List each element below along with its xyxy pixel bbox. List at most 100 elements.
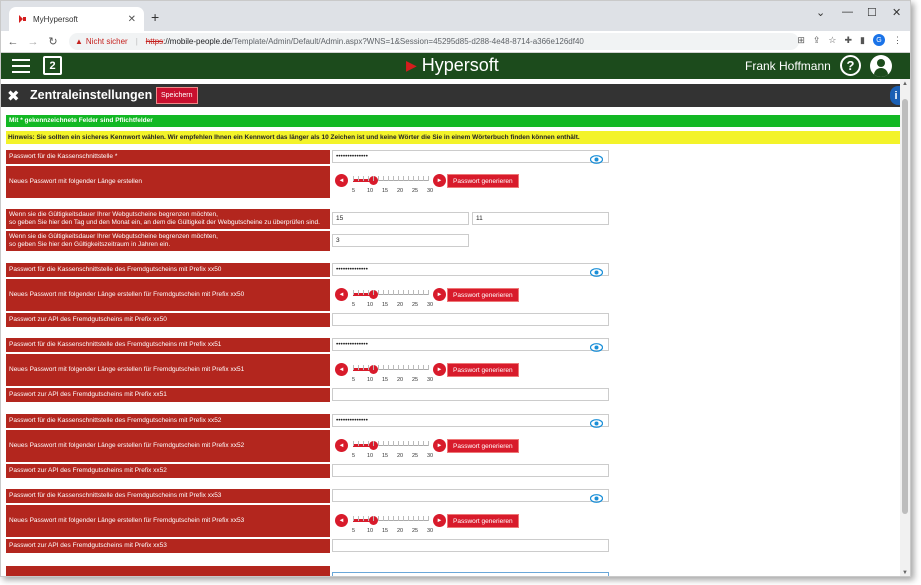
prefix-password-label: Passwort für die Kassenschnittstelle des… [6, 489, 330, 503]
prefix-generate-row: Neues Passwort mit folgender Länge erste… [6, 505, 900, 537]
validity-row: Wenn sie die Gültigkeitsdauer Ihrer Webg… [6, 209, 900, 229]
prefix-password-input[interactable]: •••••••••••••• [332, 338, 609, 351]
maximize-button[interactable]: ☐ [867, 6, 877, 19]
generate-password-button[interactable]: Passwort generieren [447, 514, 519, 528]
address-bar: ← → ↻ ▲ Nicht sicher | https ://mobile-p… [1, 31, 910, 53]
slider-tick-label: 20 [397, 302, 404, 308]
validity-years-input[interactable]: 3 [332, 234, 469, 247]
prefix-api-label: Passwort zur API des Fremdgutscheins mit… [6, 464, 330, 478]
new-tab-button[interactable]: + [151, 9, 159, 25]
decrease-length-button[interactable]: ◄ [335, 363, 348, 376]
slider-tick-label: 25 [412, 188, 419, 194]
validity-day-input[interactable]: 15 [332, 212, 469, 225]
slider-tick-label: 25 [412, 453, 419, 459]
generate-password-button[interactable]: Passwort generieren [447, 174, 519, 188]
show-password-eye-icon[interactable] [589, 339, 604, 352]
translate-icon[interactable]: ⊞ [797, 35, 805, 46]
window-close-button[interactable]: ✕ [892, 6, 901, 19]
document-icon[interactable]: 2 [43, 56, 62, 75]
save-button[interactable]: Speichern [156, 87, 198, 104]
partial-row-label [6, 566, 330, 576]
back-button[interactable]: ← [5, 36, 21, 48]
extensions-icon[interactable]: ✚ [845, 35, 853, 46]
prefix-password-row: Passwort für die Kassenschnittstelle des… [6, 263, 900, 277]
browser-tab[interactable]: MyHypersoft ✕ [9, 7, 144, 31]
increase-length-button[interactable]: ► [433, 363, 446, 376]
decrease-length-button[interactable]: ◄ [335, 514, 348, 527]
prefix-generate-row: Neues Passwort mit folgender Länge erste… [6, 279, 900, 311]
reload-button[interactable]: ↻ [45, 35, 61, 48]
partial-row [6, 566, 900, 576]
show-password-eye-icon[interactable] [589, 151, 604, 164]
show-password-eye-icon[interactable] [589, 264, 604, 277]
browser-menu-icon[interactable]: ⋮ [893, 35, 902, 46]
hamburger-menu-icon[interactable] [12, 59, 30, 73]
decrease-length-button[interactable]: ◄ [335, 439, 348, 452]
tools-icon: ✖ [7, 88, 20, 105]
increase-length-button[interactable]: ► [433, 174, 446, 187]
slider-tick-label: 10 [367, 302, 374, 308]
url-field[interactable]: ▲ Nicht sicher | https ://mobile-people.… [69, 33, 799, 50]
prefix-api-input[interactable] [332, 313, 609, 326]
help-icon[interactable]: ? [840, 55, 861, 76]
prefix-generate-row: Neues Passwort mit folgender Länge erste… [6, 430, 900, 462]
prefix-api-label: Passwort zur API des Fremdgutscheins mit… [6, 313, 330, 327]
prefix-api-label: Passwort zur API des Fremdgutscheins mit… [6, 388, 330, 402]
increase-length-button[interactable]: ► [433, 288, 446, 301]
increase-length-button[interactable]: ► [433, 514, 446, 527]
slider-tick-label: 25 [412, 302, 419, 308]
user-name[interactable]: Frank Hoffmann [745, 59, 831, 73]
prefix-password-input[interactable] [332, 489, 609, 502]
prefix-api-row: Passwort zur API des Fremdgutscheins mit… [6, 464, 900, 478]
scroll-up-icon[interactable]: ▲ [902, 81, 908, 87]
generate-password-button[interactable]: Passwort generieren [447, 288, 519, 302]
main-password-label: Passwort für die Kassenschnittstelle * [6, 150, 330, 164]
generate-password-button[interactable]: Passwort generieren [447, 363, 519, 377]
partial-row-input[interactable] [332, 572, 609, 576]
brand-logo[interactable]: ▶ Hypersoft [406, 55, 499, 76]
prefix-password-input[interactable]: •••••••••••••• [332, 414, 609, 427]
sidepanel-icon[interactable]: ▮ [860, 35, 865, 46]
vertical-scrollbar[interactable]: ▲ ▼ [900, 79, 910, 576]
tab-close-icon[interactable]: ✕ [128, 14, 136, 25]
validity-label: Wenn sie die Gültigkeitsdauer Ihrer Webg… [6, 209, 330, 229]
main-password-input[interactable]: •••••••••••••• [332, 150, 609, 163]
warning-icon: ▲ [75, 37, 83, 46]
prefix-api-input[interactable] [332, 388, 609, 401]
prefix-api-label: Passwort zur API des Fremdgutscheins mit… [6, 539, 330, 553]
prefix-api-row: Passwort zur API des Fremdgutscheins mit… [6, 388, 900, 402]
slider-tick-label: 5 [352, 453, 356, 459]
increase-length-button[interactable]: ► [433, 439, 446, 452]
decrease-length-button[interactable]: ◄ [335, 174, 348, 187]
show-password-eye-icon[interactable] [589, 490, 604, 503]
slider-tick-label: 10 [367, 528, 374, 534]
show-password-eye-icon[interactable] [589, 415, 604, 428]
slider-tick-label: 20 [397, 528, 404, 534]
prefix-password-row: Passwort für die Kassenschnittstelle des… [6, 338, 900, 352]
prefix-api-input[interactable] [332, 464, 609, 477]
prefix-password-input[interactable]: •••••••••••••• [332, 263, 609, 276]
profile-avatar[interactable]: G [873, 34, 885, 46]
decrease-length-button[interactable]: ◄ [335, 288, 348, 301]
bookmark-star-icon[interactable]: ☆ [828, 35, 836, 46]
generate-password-button[interactable]: Passwort generieren [447, 439, 519, 453]
user-account-icon[interactable] [870, 55, 892, 77]
validity-years-row: Wenn sie die Gültigkeitsdauer Ihrer Webg… [6, 231, 900, 251]
slider-tick-label: 10 [367, 377, 374, 383]
brand-name: Hypersoft [421, 55, 499, 75]
share-icon[interactable]: ⇪ [813, 35, 821, 46]
minimize-button[interactable]: — [842, 6, 853, 18]
prefix-password-row: Passwort für die Kassenschnittstelle des… [6, 414, 900, 428]
forward-button[interactable]: → [25, 36, 41, 48]
prefix-api-input[interactable] [332, 539, 609, 552]
slider-tick-label: 5 [352, 528, 356, 534]
tab-search-icon[interactable]: ⌄ [816, 6, 825, 19]
prefix-generate-label: Neues Passwort mit folgender Länge erste… [6, 354, 330, 386]
scroll-down-icon[interactable]: ▼ [902, 570, 908, 576]
prefix-generate-row: Neues Passwort mit folgender Länge erste… [6, 354, 900, 386]
validity-month-input[interactable]: 11 [472, 212, 609, 225]
slider-tick-label: 20 [397, 377, 404, 383]
scrollbar-thumb[interactable] [902, 99, 908, 514]
slider-tick-label: 10 [367, 453, 374, 459]
slider-tick-label: 30 [427, 377, 434, 383]
